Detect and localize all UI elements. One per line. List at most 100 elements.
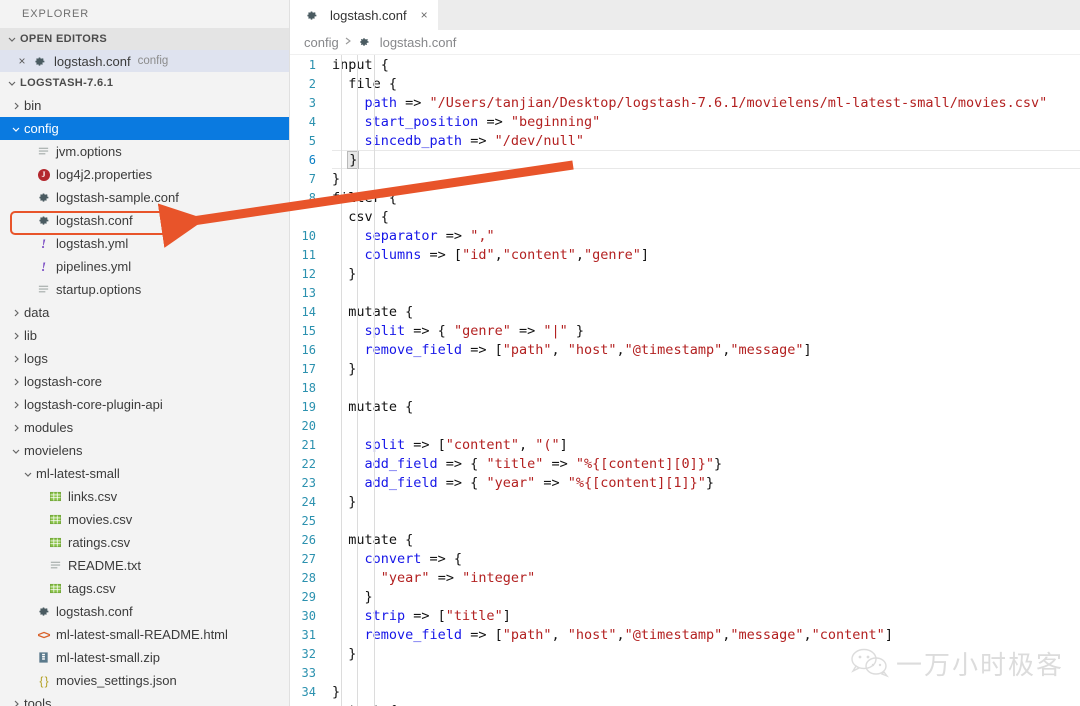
- code-line[interactable]: 14 mutate {: [290, 302, 1080, 321]
- code-text: remove_field => ["path", "host","@timest…: [332, 627, 893, 643]
- workspace-section-header[interactable]: LOGSTASH-7.6.1: [0, 72, 289, 94]
- code-line[interactable]: 35output {: [290, 701, 1080, 706]
- code-line[interactable]: 5 sincedb_path => "/dev/null": [290, 131, 1080, 150]
- code-line[interactable]: csv {: [290, 207, 1080, 226]
- code-content[interactable]: 1input {2 file {3 path => "/Users/tanjia…: [290, 55, 1080, 706]
- tree-item-links-csv[interactable]: links.csv: [0, 485, 289, 508]
- code-line[interactable]: 27 convert => {: [290, 549, 1080, 568]
- line-number: 18: [290, 381, 332, 395]
- tree-item-logstash-sample-conf[interactable]: logstash-sample.conf: [0, 186, 289, 209]
- code-line[interactable]: 15 split => { "genre" => "|" }: [290, 321, 1080, 340]
- tree-item-movies-csv[interactable]: movies.csv: [0, 508, 289, 531]
- breadcrumb-file[interactable]: logstash.conf: [380, 35, 457, 50]
- code-line[interactable]: 13: [290, 283, 1080, 302]
- tree-item-bin[interactable]: bin: [0, 94, 289, 117]
- code-line[interactable]: 7}: [290, 169, 1080, 188]
- tree-item-modules[interactable]: modules: [0, 416, 289, 439]
- tree-item-log4j2-properties[interactable]: Jlog4j2.properties: [0, 163, 289, 186]
- tree-item-logstash-yml[interactable]: !logstash.yml: [0, 232, 289, 255]
- code-line[interactable]: 26 mutate {: [290, 530, 1080, 549]
- code-text: convert => {: [332, 551, 462, 567]
- code-line[interactable]: 21 split => ["content", "("]: [290, 435, 1080, 454]
- code-line[interactable]: 8filter {: [290, 188, 1080, 207]
- tree-item-jvm-options[interactable]: jvm.options: [0, 140, 289, 163]
- tree-item-movielens[interactable]: movielens: [0, 439, 289, 462]
- html-icon: <>: [34, 628, 53, 642]
- tree-item-label: lib: [24, 328, 37, 343]
- tree-item-ml-latest-small-zip[interactable]: ml-latest-small.zip: [0, 646, 289, 669]
- tree-item-ml-latest-small[interactable]: ml-latest-small: [0, 462, 289, 485]
- breadcrumb-folder[interactable]: config: [304, 35, 339, 50]
- lines-icon: [34, 145, 53, 158]
- code-line[interactable]: 24 }: [290, 492, 1080, 511]
- tree-item-movies-settings-json[interactable]: { }movies_settings.json: [0, 669, 289, 692]
- code-line[interactable]: 20: [290, 416, 1080, 435]
- tree-item-startup-options[interactable]: startup.options: [0, 278, 289, 301]
- code-line[interactable]: 6 }: [290, 150, 1080, 169]
- tree-item-logstash-conf[interactable]: logstash.conf: [0, 209, 289, 232]
- code-line[interactable]: 12 }: [290, 264, 1080, 283]
- chevron-right-icon: [8, 400, 24, 410]
- tree-item-logstash-conf[interactable]: logstash.conf: [0, 600, 289, 623]
- code-text: sincedb_path => "/dev/null": [332, 133, 584, 149]
- tree-item-ml-latest-small-readme-html[interactable]: <>ml-latest-small-README.html: [0, 623, 289, 646]
- tree-item-lib[interactable]: lib: [0, 324, 289, 347]
- gear-icon: [302, 9, 321, 22]
- tree-item-tools[interactable]: tools: [0, 692, 289, 706]
- code-line[interactable]: 16 remove_field => ["path", "host","@tim…: [290, 340, 1080, 359]
- gear-icon: [34, 214, 53, 227]
- code-line[interactable]: 1input {: [290, 55, 1080, 74]
- close-icon[interactable]: ×: [421, 8, 428, 22]
- code-line[interactable]: 30 strip => ["title"]: [290, 606, 1080, 625]
- tree-item-label: tools: [24, 696, 51, 706]
- line-number: 1: [290, 58, 332, 72]
- line-number: 2: [290, 77, 332, 91]
- code-text: }: [332, 266, 356, 282]
- code-line[interactable]: 10 separator => ",": [290, 226, 1080, 245]
- tree-item-config[interactable]: config: [0, 117, 289, 140]
- editor-pane: logstash.conf × config logstash.conf 1in…: [290, 0, 1080, 706]
- gear-icon: [30, 55, 49, 68]
- tree-item-logstash-core-plugin-api[interactable]: logstash-core-plugin-api: [0, 393, 289, 416]
- open-editors-section-header[interactable]: OPEN EDITORS: [0, 28, 289, 50]
- code-line[interactable]: 18: [290, 378, 1080, 397]
- code-line[interactable]: 29 }: [290, 587, 1080, 606]
- code-line[interactable]: 33: [290, 663, 1080, 682]
- tree-item-logs[interactable]: logs: [0, 347, 289, 370]
- workspace-label: LOGSTASH-7.6.1: [20, 72, 113, 94]
- code-line[interactable]: 11 columns => ["id","content","genre"]: [290, 245, 1080, 264]
- line-number: 27: [290, 552, 332, 566]
- code-line[interactable]: 17 }: [290, 359, 1080, 378]
- code-line[interactable]: 25: [290, 511, 1080, 530]
- code-line[interactable]: 31 remove_field => ["path", "host","@tim…: [290, 625, 1080, 644]
- open-editor-item-logstash-conf[interactable]: × logstash.conf config: [0, 50, 289, 72]
- editor-tabbar: logstash.conf ×: [290, 0, 1080, 30]
- tab-logstash-conf[interactable]: logstash.conf ×: [290, 0, 438, 30]
- code-line[interactable]: 2 file {: [290, 74, 1080, 93]
- code-line[interactable]: 19 mutate {: [290, 397, 1080, 416]
- line-number: 15: [290, 324, 332, 338]
- line-number: 20: [290, 419, 332, 433]
- code-line[interactable]: 4 start_position => "beginning": [290, 112, 1080, 131]
- tree-item-logstash-core[interactable]: logstash-core: [0, 370, 289, 393]
- lines-icon: [34, 283, 53, 296]
- line-number: 33: [290, 666, 332, 680]
- code-line[interactable]: 3 path => "/Users/tanjian/Desktop/logsta…: [290, 93, 1080, 112]
- code-line[interactable]: 23 add_field => { "year" => "%{[content]…: [290, 473, 1080, 492]
- code-line[interactable]: 34}: [290, 682, 1080, 701]
- tree-item-ratings-csv[interactable]: ratings.csv: [0, 531, 289, 554]
- close-icon[interactable]: ×: [14, 55, 30, 67]
- tree-item-label: ratings.csv: [68, 535, 130, 550]
- tree-item-pipelines-yml[interactable]: !pipelines.yml: [0, 255, 289, 278]
- line-number: 11: [290, 248, 332, 262]
- tree-item-label: movies.csv: [68, 512, 132, 527]
- code-line[interactable]: 22 add_field => { "title" => "%{[content…: [290, 454, 1080, 473]
- code-line[interactable]: 28 "year" => "integer": [290, 568, 1080, 587]
- code-line[interactable]: 32 }: [290, 644, 1080, 663]
- tree-item-data[interactable]: data: [0, 301, 289, 324]
- chevron-down-icon: [20, 469, 36, 479]
- chevron-down-icon: [4, 34, 20, 44]
- tree-item-tags-csv[interactable]: tags.csv: [0, 577, 289, 600]
- tree-item-label: ml-latest-small-README.html: [56, 627, 228, 642]
- tree-item-readme-txt[interactable]: README.txt: [0, 554, 289, 577]
